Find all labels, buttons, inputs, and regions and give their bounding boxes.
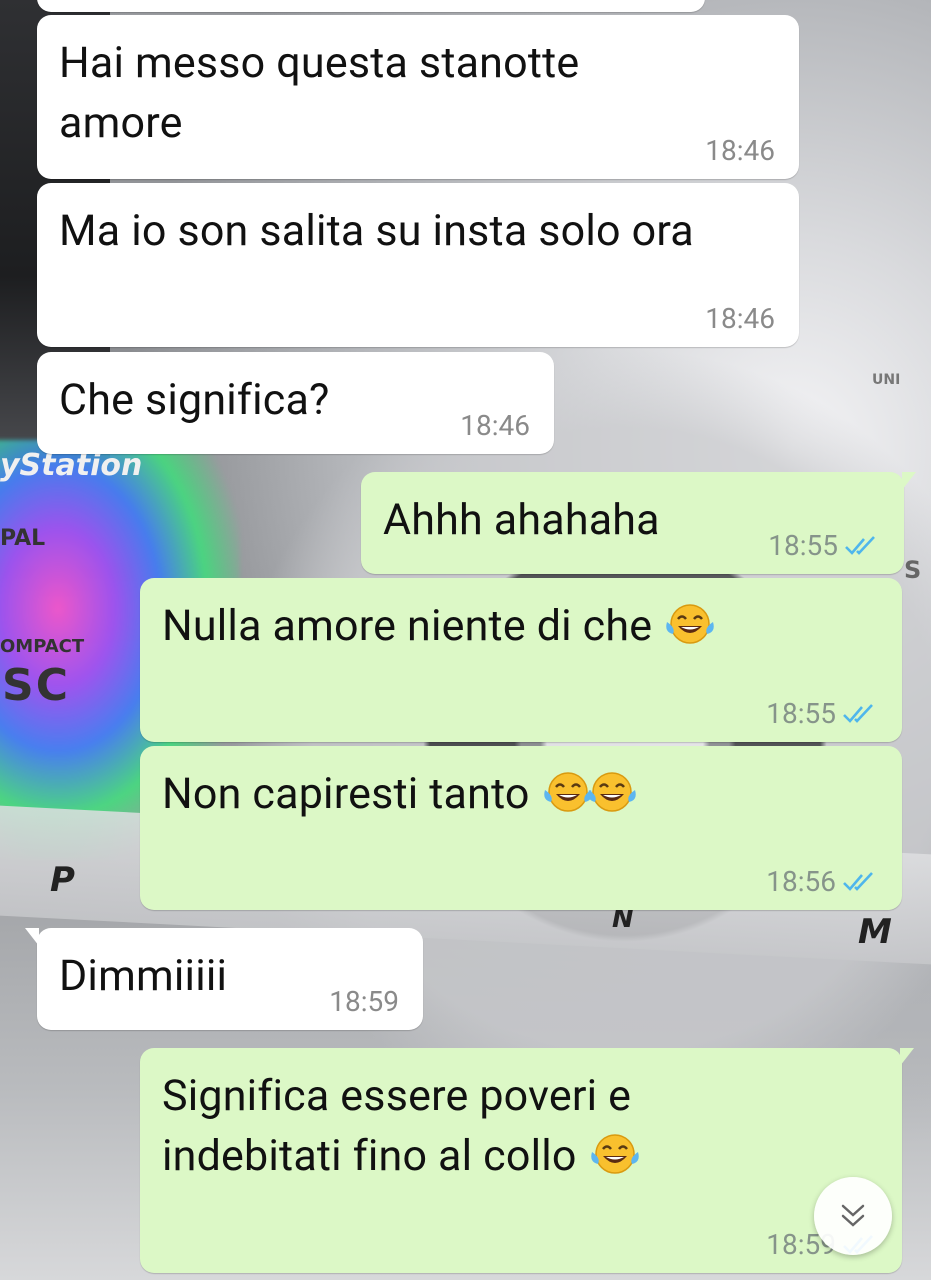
message-meta: 18:55 (766, 697, 878, 730)
message-time: 18:46 (460, 409, 530, 442)
message-time: 18:59 (329, 985, 399, 1018)
message-text: Nulla amore niente di che (162, 601, 653, 651)
message-bubble-outgoing[interactable]: Nulla amore niente di che 18:55 (140, 578, 902, 742)
message-bubble-partial[interactable] (37, 0, 705, 12)
bubble-tail (902, 472, 916, 490)
message-bubble-outgoing[interactable]: Non capiresti tanto 18:56 (140, 746, 902, 910)
message-list[interactable]: Hai messo questa stanotte amore 18:46 Ma… (0, 0, 931, 1280)
double-check-read-icon (843, 871, 873, 891)
double-check-read-icon (843, 703, 873, 723)
message-meta: 18:46 (460, 409, 530, 442)
message-text: Significa essere poveri e indebitati fin… (162, 1071, 632, 1181)
message-bubble-outgoing[interactable]: Significa essere poveri e indebitati fin… (140, 1048, 914, 1273)
scroll-to-bottom-button[interactable] (814, 1177, 892, 1255)
double-check-read-icon (845, 535, 875, 555)
message-time: 18:55 (766, 697, 836, 730)
message-meta: 18:55 (768, 529, 880, 562)
message-text-line: Non capiresti tanto (162, 764, 878, 824)
message-time: 18:46 (705, 302, 775, 335)
message-bubble-incoming[interactable]: Ma io son salita su insta solo ora 18:46 (37, 183, 799, 347)
message-meta: 18:46 (705, 134, 775, 167)
message-time: 18:46 (705, 134, 775, 167)
message-text: Non capiresti tanto (162, 769, 530, 819)
message-meta: 18:59 (329, 985, 399, 1018)
message-text: Ma io son salita su insta solo ora (59, 206, 694, 256)
face-with-tears-of-joy-icon (590, 1134, 639, 1174)
message-meta: 18:56 (766, 865, 878, 898)
message-bubble-incoming[interactable]: Che significa? 18:46 (37, 352, 554, 454)
message-text-line: Nulla amore niente di che (162, 596, 878, 656)
face-with-tears-of-joy-icon (587, 772, 636, 812)
message-meta: 18:46 (705, 302, 775, 335)
message-bubble-incoming[interactable]: Dimmiiiii 18:59 (25, 928, 423, 1030)
message-time: 18:56 (766, 865, 836, 898)
message-text: Hai messo questa stanotte amore (59, 38, 580, 148)
bubble-tail (25, 928, 39, 946)
message-bubble-incoming[interactable]: Hai messo questa stanotte amore 18:46 (37, 15, 799, 179)
chevron-double-down-icon (841, 1204, 865, 1227)
message-time: 18:55 (768, 529, 838, 562)
message-text-line: Significa essere poveri e indebitati fin… (162, 1066, 762, 1186)
bubble-tail (900, 1048, 914, 1066)
message-bubble-outgoing[interactable]: Ahhh ahahaha 18:55 (361, 472, 916, 574)
face-with-tears-of-joy-icon (666, 604, 714, 644)
